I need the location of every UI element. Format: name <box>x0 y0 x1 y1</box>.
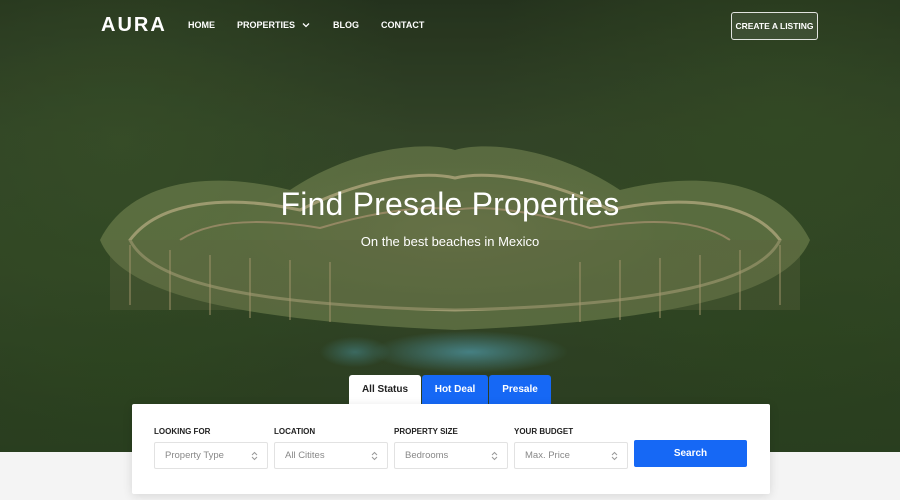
nav-properties[interactable]: PROPERTIES <box>237 20 311 30</box>
location-field: LOCATION All Citites <box>274 427 388 469</box>
chevron-down-icon <box>302 23 310 28</box>
nav-home-label: HOME <box>188 20 215 30</box>
nav-blog[interactable]: BLOG <box>333 20 359 30</box>
tab-all-status[interactable]: All Status <box>349 375 421 404</box>
top-navigation: AURA HOME PROPERTIES BLOG CONTACT CREATE… <box>0 0 900 52</box>
nav-contact-label: CONTACT <box>381 20 425 30</box>
nav-properties-label: PROPERTIES <box>237 20 296 30</box>
max-price-value: Max. Price <box>525 450 570 461</box>
search-button[interactable]: Search <box>634 440 747 467</box>
hero-title: Find Presale Properties <box>280 186 620 222</box>
tab-hot-deal[interactable]: Hot Deal <box>422 375 488 404</box>
updown-chevron-icon <box>611 451 618 460</box>
status-tabs: All Status Hot Deal Presale <box>349 375 551 404</box>
location-value: All Citites <box>285 450 325 461</box>
updown-chevron-icon <box>371 451 378 460</box>
looking-for-field: LOOKING FOR Property Type <box>154 427 268 469</box>
bedrooms-value: Bedrooms <box>405 450 449 461</box>
search-panel: LOOKING FOR Property Type LOCATION All C… <box>132 404 770 494</box>
create-listing-button[interactable]: CREATE A LISTING <box>731 12 818 40</box>
hero-subtitle: On the best beaches in Mexico <box>360 234 540 249</box>
budget-label: YOUR BUDGET <box>514 427 574 436</box>
updown-chevron-icon <box>491 451 498 460</box>
nav-contact[interactable]: CONTACT <box>381 20 424 30</box>
bedrooms-select[interactable]: Bedrooms <box>394 442 508 469</box>
property-size-field: PROPERTY SIZE Bedrooms <box>394 427 508 469</box>
main-menu: HOME PROPERTIES BLOG CONTACT <box>188 20 446 30</box>
property-size-label: PROPERTY SIZE <box>394 427 458 436</box>
nav-home[interactable]: HOME <box>188 20 215 30</box>
max-price-select[interactable]: Max. Price <box>514 442 628 469</box>
property-type-value: Property Type <box>165 450 224 461</box>
location-label: LOCATION <box>274 427 316 436</box>
aura-logo[interactable]: AURA <box>101 14 167 37</box>
tab-presale[interactable]: Presale <box>489 375 551 404</box>
budget-field: YOUR BUDGET Max. Price <box>514 427 628 469</box>
looking-for-label: LOOKING FOR <box>154 427 211 436</box>
updown-chevron-icon <box>251 451 258 460</box>
nav-blog-label: BLOG <box>333 20 360 30</box>
location-select[interactable]: All Citites <box>274 442 388 469</box>
property-type-select[interactable]: Property Type <box>154 442 268 469</box>
